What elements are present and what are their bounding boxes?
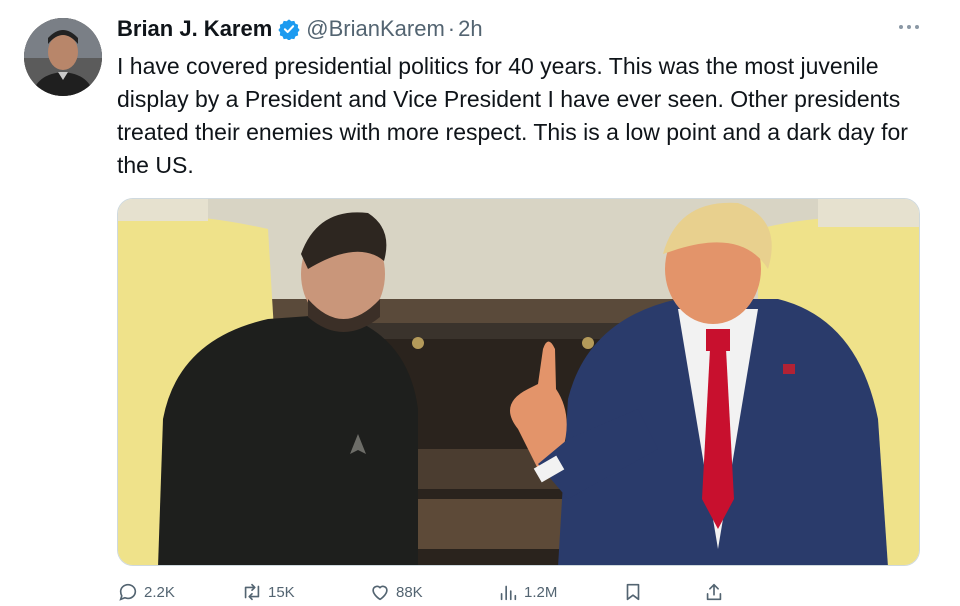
- reply-icon: [119, 583, 137, 601]
- author-handle[interactable]: @BrianKarem: [306, 16, 445, 42]
- share-button[interactable]: [703, 578, 725, 606]
- more-options-icon[interactable]: [896, 18, 922, 36]
- retweet-count: 15K: [268, 583, 295, 601]
- tweet-timestamp[interactable]: 2h: [458, 16, 482, 42]
- views-icon: [500, 585, 517, 601]
- author-avatar[interactable]: [24, 18, 102, 96]
- verified-badge-icon: [278, 18, 300, 41]
- author-display-name[interactable]: Brian J. Karem: [117, 16, 272, 42]
- like-count: 88K: [396, 583, 423, 601]
- retweet-button[interactable]: 15K: [241, 578, 295, 606]
- reply-button[interactable]: 2.2K: [117, 578, 175, 606]
- heart-icon: [372, 585, 388, 601]
- reply-count: 2.2K: [144, 583, 175, 601]
- photo-image: [118, 199, 919, 565]
- like-button[interactable]: 88K: [369, 578, 423, 606]
- share-icon: [706, 583, 722, 601]
- views-count: 1.2M: [524, 583, 558, 601]
- separator-dot: ·: [447, 16, 456, 41]
- tweet-actions-bar: 2.2K 15K 88K 1.2M: [117, 578, 927, 606]
- bookmark-icon: [626, 583, 640, 601]
- retweet-icon: [244, 583, 260, 601]
- views-button[interactable]: 1.2M: [497, 578, 557, 606]
- tweet-media-photo[interactable]: [117, 198, 920, 566]
- bookmark-button[interactable]: [622, 578, 644, 606]
- avatar-image: [24, 18, 102, 96]
- tweet-header: Brian J. Karem @BrianKarem · 2h: [117, 14, 483, 44]
- tweet-text: I have covered presidential politics for…: [117, 53, 908, 178]
